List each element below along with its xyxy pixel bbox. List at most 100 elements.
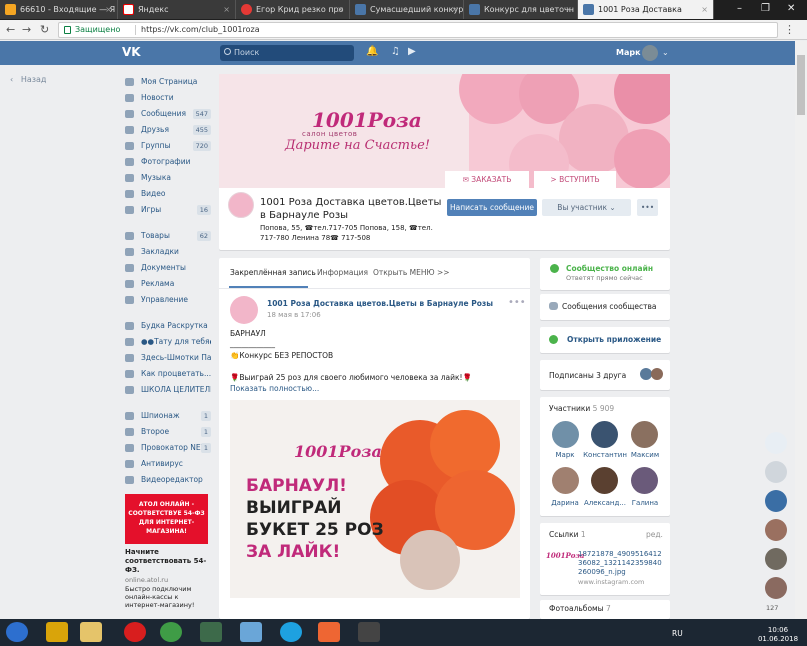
music-icon[interactable]: ♫	[391, 46, 400, 57]
sidebar-item-group[interactable]: ШКОЛА ЦЕЛИТЕЛЬ...	[125, 382, 211, 398]
sidebar-item-my-page[interactable]: Моя Страница	[125, 74, 211, 90]
skype-icon[interactable]	[280, 622, 302, 642]
sidebar-item-friends[interactable]: Друзья 455	[125, 122, 211, 138]
scrollbar-thumb[interactable]	[797, 55, 805, 115]
close-icon[interactable]: ×	[105, 0, 112, 19]
yandex-icon[interactable]	[318, 622, 340, 642]
tab-info[interactable]: Информация	[317, 268, 368, 277]
sidebar-item-app[interactable]: Шпионаж 1	[125, 408, 211, 424]
ad-title[interactable]: Начните соответствовать 54-ФЗ.	[125, 548, 208, 575]
sidebar-item-manage[interactable]: Управление	[125, 292, 211, 308]
member-avatar[interactable]	[552, 467, 579, 494]
avatar[interactable]	[765, 432, 787, 454]
sidebar-item-photos[interactable]: Фотографии	[125, 154, 211, 170]
sidebar-item-app[interactable]: Видеоредактор	[125, 472, 211, 488]
sidebar-item-news[interactable]: Новости	[125, 90, 211, 106]
sidebar-item-documents[interactable]: Документы	[125, 260, 211, 276]
avatar[interactable]	[765, 519, 787, 541]
avatar[interactable]	[765, 490, 787, 512]
close-icon[interactable]: ×	[223, 0, 230, 19]
links-edit-link[interactable]: ред.	[646, 530, 663, 539]
member-avatar[interactable]	[591, 421, 618, 448]
open-app-link[interactable]: Открыть приложение	[567, 335, 661, 344]
close-window-icon[interactable]: ✕	[787, 3, 795, 14]
browser-tab[interactable]: Сумасшедший конкур ×	[350, 0, 464, 19]
clock[interactable]: 10:06 01.06.2018	[756, 626, 800, 644]
sidebar-item-messages[interactable]: Сообщения 547	[125, 106, 211, 122]
chevron-down-icon[interactable]: ⌄	[662, 48, 669, 57]
order-button[interactable]: ✉ ЗАКАЗАТЬ	[445, 171, 529, 188]
member-avatar[interactable]	[591, 467, 618, 494]
scrollbar[interactable]	[795, 41, 807, 619]
send-message-button[interactable]: Написать сообщение	[447, 199, 537, 216]
url-input[interactable]: Защищено https://vk.com/club_1001roza	[58, 22, 778, 38]
member-name[interactable]: Максим	[620, 451, 670, 459]
reload-icon[interactable]: ↻	[40, 23, 49, 36]
links-header[interactable]: Ссылки 1	[549, 530, 586, 539]
show-more-link[interactable]: Показать полностью...	[230, 384, 319, 393]
member-dropdown-button[interactable]: Вы участник ⌄	[542, 199, 631, 216]
user-name[interactable]: Марк	[616, 48, 641, 57]
bell-icon[interactable]: 🔔	[366, 46, 378, 57]
avatar[interactable]	[765, 577, 787, 599]
minimize-icon[interactable]: –	[737, 3, 742, 14]
opera-icon[interactable]	[124, 622, 146, 642]
join-cover-button[interactable]: > ВСТУПИТЬ	[534, 171, 616, 188]
sidebar-item-group[interactable]: ●●Тату для тебя●●	[125, 334, 211, 350]
browser-tab[interactable]: 66610 - Входящие — Я ×	[0, 0, 118, 19]
search-input[interactable]: Поиск	[220, 45, 354, 61]
close-icon[interactable]: ×	[337, 0, 344, 19]
member-avatar[interactable]	[631, 421, 658, 448]
sidebar-item-games[interactable]: Игры 16	[125, 202, 211, 218]
avatar[interactable]	[642, 45, 658, 61]
sidebar-item-groups[interactable]: Группы 720	[125, 138, 211, 154]
post-date[interactable]: 18 мая в 17:06	[267, 311, 321, 319]
sidebar-item-video[interactable]: Видео	[125, 186, 211, 202]
member-avatar[interactable]	[552, 421, 579, 448]
play-icon[interactable]: ▶	[408, 46, 416, 57]
menu-dots-icon[interactable]: ⋮	[784, 23, 795, 36]
sidebar-item-app[interactable]: Второе 1	[125, 424, 211, 440]
ad-image[interactable]: АТОЛ ОНЛАЙН - СООТВЕТСТВУЕ 54-ФЗ ДЛЯ ИНТ…	[125, 494, 208, 544]
sidebar-item-goods[interactable]: Товары 62	[125, 228, 211, 244]
post-author[interactable]: 1001 Роза Доставка цветов.Цветы в Барнау…	[267, 299, 493, 308]
browser-tab[interactable]: Яндекс ×	[118, 0, 236, 19]
avatar[interactable]	[765, 461, 787, 483]
sidebar-item-group[interactable]: Будка Раскрутка	[125, 318, 211, 334]
avatar[interactable]	[651, 368, 663, 380]
member-avatar[interactable]	[631, 467, 658, 494]
sidebar-item-app[interactable]: Провокатор NEW 1	[125, 440, 211, 456]
vk-logo[interactable]: VK	[122, 45, 141, 59]
group-avatar[interactable]	[228, 192, 254, 218]
tab-open-menu[interactable]: Открыть МЕНЮ >>	[373, 268, 450, 277]
sidebar-item-group[interactable]: Как процветать...	[125, 366, 211, 382]
folder-icon[interactable]	[80, 622, 102, 642]
sidebar-item-bookmarks[interactable]: Закладки	[125, 244, 211, 260]
back-link[interactable]: ‹ Назад	[10, 75, 46, 84]
link-logo[interactable]: 1001Роза	[546, 551, 584, 565]
browser-tab-active[interactable]: 1001 Роза Доставка ×	[578, 0, 714, 19]
close-icon[interactable]: ×	[565, 0, 572, 19]
browser-tab[interactable]: Конкурс для цветочн ×	[464, 0, 578, 19]
more-dots-icon[interactable]: •••	[508, 297, 526, 308]
browser-tab[interactable]: Егор Крид резко про ×	[236, 0, 350, 19]
members-header[interactable]: Участники 5 909	[549, 404, 614, 413]
close-icon[interactable]: ×	[451, 0, 458, 19]
app-icon[interactable]	[358, 622, 380, 642]
start-button[interactable]	[6, 622, 28, 642]
link-title[interactable]: 18721878_490951641236082_132114235984026…	[578, 550, 666, 577]
post-image[interactable]: 1001Роза БАРНАУЛ! ВЫИГРАЙ БУКЕТ 25 РОЗ З…	[230, 400, 520, 598]
more-button[interactable]: •••	[637, 199, 658, 216]
avatar[interactable]	[765, 548, 787, 570]
sidebar-ad[interactable]: АТОЛ ОНЛАЙН - СООТВЕТСТВУЕ 54-ФЗ ДЛЯ ИНТ…	[125, 494, 208, 609]
community-messages-link[interactable]: Сообщения сообщества	[562, 302, 657, 311]
tab-pinned[interactable]: Закреплённая запись	[230, 268, 316, 277]
sidebar-item-ads[interactable]: Реклама	[125, 276, 211, 292]
chrome-icon[interactable]	[160, 622, 182, 642]
app-icon[interactable]	[240, 622, 262, 642]
maximize-icon[interactable]: ❐	[761, 3, 770, 14]
sidebar-item-group[interactable]: Здесь-Шмотки Па...	[125, 350, 211, 366]
member-name[interactable]: Галина	[620, 499, 670, 507]
forward-arrow-icon[interactable]: →	[22, 23, 31, 36]
app-icon[interactable]	[200, 622, 222, 642]
